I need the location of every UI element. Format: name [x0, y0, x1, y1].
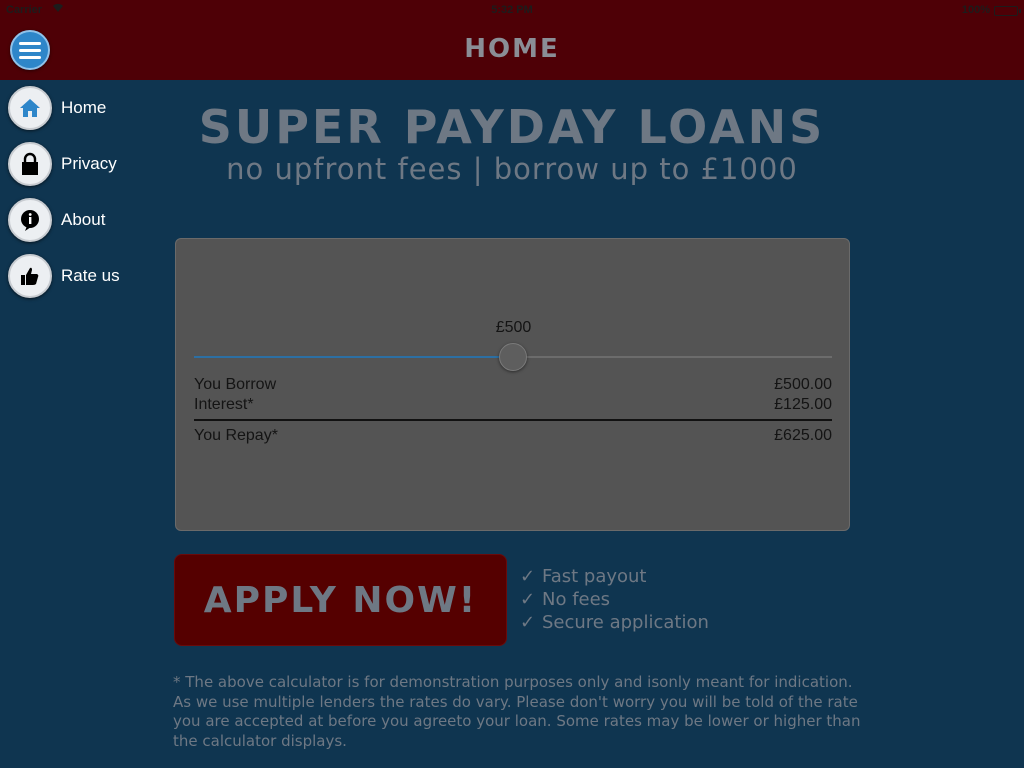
benefits-list: ✓ Fast payout ✓ No fees ✓ Secure applicatio… [520, 566, 820, 635]
list-item: ✓ Fast payout [520, 566, 820, 589]
sidebar-item-label: Rate us [61, 266, 120, 285]
battery-icon [994, 6, 1021, 16]
interest-label: Interest* [194, 396, 254, 413]
repay-label: You Repay* [194, 427, 278, 444]
sidebar-item-label: About [61, 210, 106, 229]
slider-handle[interactable] [499, 343, 527, 371]
clock: 5:32 PM [491, 4, 533, 16]
subheadline: no upfront fees | borrow up to £1000 [226, 152, 798, 186]
list-item: ✓ No fees [520, 589, 820, 612]
page-title: HOME [464, 34, 560, 64]
check-icon: ✓ [520, 589, 536, 610]
check-icon: ✓ [520, 612, 536, 633]
slider-fill [194, 356, 513, 358]
benefit-text: Secure application [542, 612, 709, 633]
top-bar: Carrier 5:32 PM 100% HOME [0, 0, 1024, 80]
apply-now-button[interactable]: APPLY NOW! [174, 554, 507, 646]
benefit-text: No fees [542, 589, 611, 610]
thumbs-up-icon [8, 254, 52, 298]
disclaimer-text: * The above calculator is for demonstrat… [173, 673, 861, 750]
benefit-text: Fast payout [542, 566, 647, 587]
repay-value: £625.00 [774, 427, 832, 444]
loan-amount-slider[interactable] [194, 343, 832, 371]
borrow-label: You Borrow [194, 376, 277, 393]
slider-amount-label: £500 [495, 319, 532, 336]
sidebar-item-rate-us[interactable]: Rate us [8, 254, 158, 298]
list-item: ✓ Secure application [520, 612, 820, 635]
info-icon [8, 198, 52, 242]
sidebar-item-about[interactable]: About [8, 198, 158, 242]
battery-percent: 100% [961, 4, 990, 16]
check-icon: ✓ [520, 566, 536, 587]
status-bar: Carrier 5:32 PM 100% [0, 0, 1024, 20]
interest-value: £125.00 [774, 396, 832, 413]
borrow-value: £500.00 [774, 376, 832, 393]
headline: SUPER PAYDAY LOANS [198, 100, 826, 154]
loan-calculator: £500 You Borrow £500.00 Interest* £125.0… [175, 238, 850, 531]
divider [194, 419, 832, 421]
